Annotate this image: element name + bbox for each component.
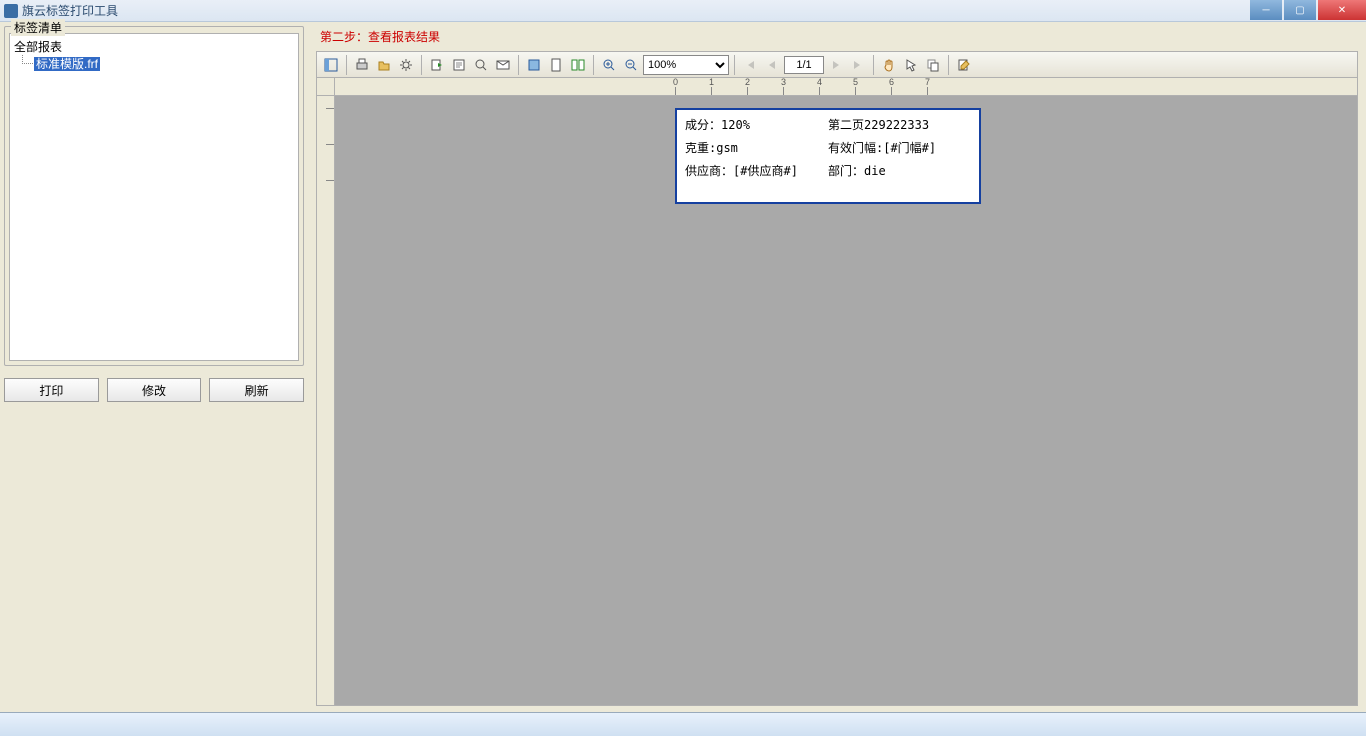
minimize-button[interactable]: ─ xyxy=(1250,0,1282,20)
ruler-horizontal: 0 1 2 3 4 5 6 7 xyxy=(317,78,1357,96)
workspace: 标签清单 全部报表 标准模版.frf 打印 修改 刷新 第二步：查看报表结果 xyxy=(0,22,1366,712)
ruler-vertical xyxy=(317,96,335,705)
close-button[interactable]: ✕ xyxy=(1318,0,1366,20)
open-icon[interactable] xyxy=(374,55,394,75)
field-chengfen-label: 成分： xyxy=(685,118,721,132)
settings-icon[interactable] xyxy=(396,55,416,75)
button-row: 打印 修改 刷新 xyxy=(4,378,304,402)
step-label: 第二步：查看报表结果 xyxy=(320,28,1358,45)
preview-toolbar: 100% xyxy=(317,52,1357,78)
field-menfu-value: [#门幅#] xyxy=(883,141,936,155)
field-page-label: 第二页 xyxy=(828,118,864,132)
maximize-button[interactable]: ▢ xyxy=(1284,0,1316,20)
field-kezhong-label: 克重: xyxy=(685,141,716,155)
prev-page-icon[interactable] xyxy=(762,55,782,75)
two-page-icon[interactable] xyxy=(568,55,588,75)
page-width-icon[interactable] xyxy=(524,55,544,75)
whole-page-icon[interactable] xyxy=(546,55,566,75)
field-supplier-value: [#供应商#] xyxy=(733,164,798,178)
field-chengfen-value: 120% xyxy=(721,118,750,132)
hand-tool-icon[interactable] xyxy=(879,55,899,75)
sidebar-toggle-icon[interactable] xyxy=(321,55,341,75)
zoom-in-icon[interactable] xyxy=(599,55,619,75)
group-title: 标签清单 xyxy=(11,19,65,36)
preview-frame: 100% 0 1 xyxy=(316,51,1358,706)
print-button[interactable]: 打印 xyxy=(4,378,99,402)
zoom-out-icon[interactable] xyxy=(621,55,641,75)
report-tree[interactable]: 全部报表 标准模版.frf xyxy=(9,33,299,361)
canvas-area[interactable]: 成分：120% 第二页229222333 克重:gsm 有效门幅:[#门幅#] … xyxy=(335,96,1357,705)
preview-body: 成分：120% 第二页229222333 克重:gsm 有效门幅:[#门幅#] … xyxy=(317,96,1357,705)
export-doc-icon[interactable] xyxy=(449,55,469,75)
field-kezhong-value: gsm xyxy=(716,141,738,155)
field-menfu-label: 有效门幅: xyxy=(828,141,883,155)
first-page-icon[interactable] xyxy=(740,55,760,75)
tree-item-template[interactable]: 标准模版.frf xyxy=(34,55,294,72)
edit-report-icon[interactable] xyxy=(954,55,974,75)
export-icon[interactable] xyxy=(427,55,447,75)
zoom-select[interactable]: 100% xyxy=(643,55,729,75)
window-controls: ─ ▢ ✕ xyxy=(1248,0,1366,20)
window-title: 旗云标签打印工具 xyxy=(22,2,118,19)
field-supplier-label: 供应商： xyxy=(685,164,733,178)
page-input[interactable] xyxy=(784,56,824,74)
find-icon[interactable] xyxy=(471,55,491,75)
field-page-value: 229222333 xyxy=(864,118,929,132)
next-page-icon[interactable] xyxy=(826,55,846,75)
select-tool-icon[interactable] xyxy=(901,55,921,75)
print-icon[interactable] xyxy=(352,55,372,75)
field-dept-value: die xyxy=(864,164,886,178)
right-panel: 第二步：查看报表结果 100% xyxy=(308,22,1366,712)
copy-icon[interactable] xyxy=(923,55,943,75)
taskbar xyxy=(0,712,1366,736)
mail-icon[interactable] xyxy=(493,55,513,75)
label-list-group: 标签清单 全部报表 标准模版.frf xyxy=(4,26,304,366)
last-page-icon[interactable] xyxy=(848,55,868,75)
refresh-button[interactable]: 刷新 xyxy=(209,378,304,402)
field-dept-label: 部门： xyxy=(828,164,864,178)
left-panel: 标签清单 全部报表 标准模版.frf 打印 修改 刷新 xyxy=(0,22,308,712)
tree-root[interactable]: 全部报表 xyxy=(14,38,294,55)
edit-button[interactable]: 修改 xyxy=(107,378,202,402)
app-icon xyxy=(4,4,18,18)
titlebar: 旗云标签打印工具 ─ ▢ ✕ xyxy=(0,0,1366,22)
label-preview: 成分：120% 第二页229222333 克重:gsm 有效门幅:[#门幅#] … xyxy=(675,108,981,204)
